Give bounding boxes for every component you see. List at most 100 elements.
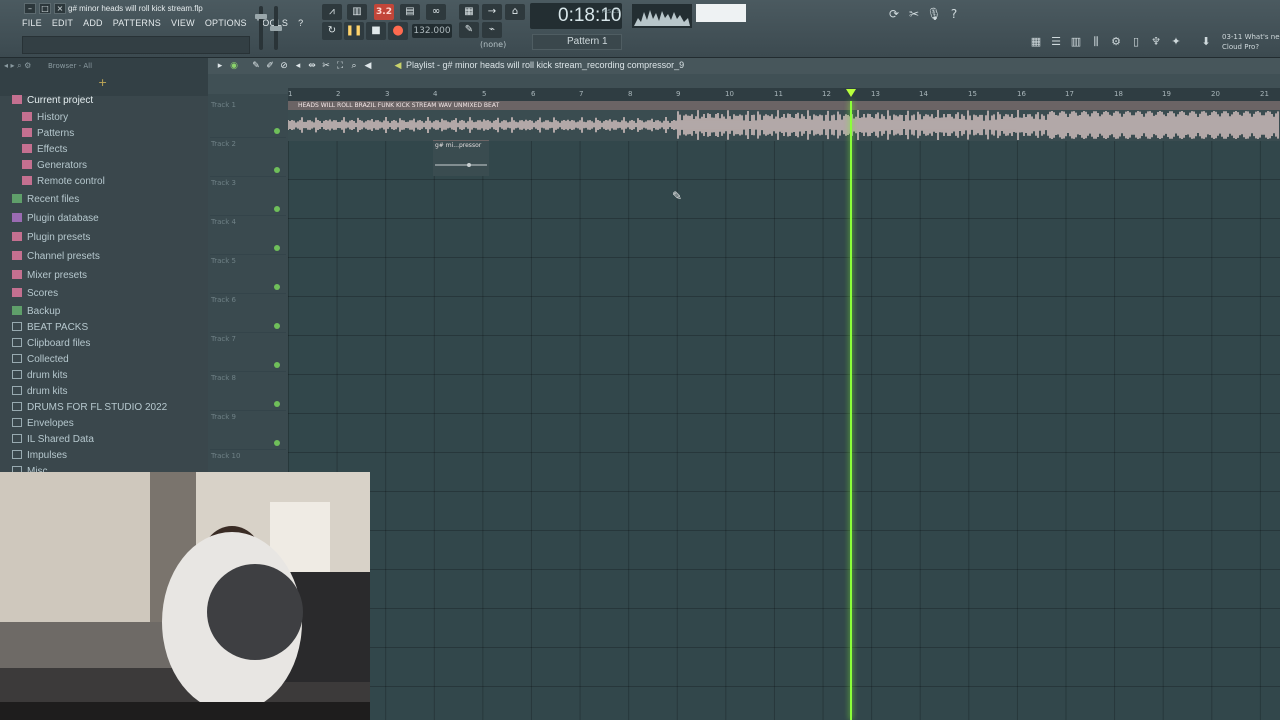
menu-options[interactable]: OPTIONS (205, 18, 247, 28)
help-icon[interactable]: ? (946, 6, 962, 22)
arrow-right-icon[interactable]: → (482, 4, 502, 20)
track-header[interactable]: Track 1 (210, 100, 286, 138)
browser-item-channel-presets[interactable]: Channel presets (12, 251, 100, 262)
blend-notes-icon[interactable]: ∞ (426, 4, 446, 20)
browser-item-history[interactable]: History (22, 112, 68, 123)
browser-item-scores[interactable]: Scores (12, 288, 58, 299)
browser-item-mixer-presets[interactable]: Mixer presets (12, 270, 87, 281)
browser-item-effects[interactable]: Effects (22, 144, 67, 155)
browser-item-patterns[interactable]: Patterns (22, 128, 74, 139)
tempo-display[interactable]: 132.000 (412, 24, 452, 38)
microphone-icon[interactable]: 🎙 (926, 6, 942, 22)
typing-keyboard-icon[interactable]: ▦ (459, 4, 479, 20)
track-mute-icon[interactable] (274, 167, 280, 173)
pen-icon[interactable]: ✎ (459, 22, 479, 38)
browser-item-remote-control[interactable]: Remote control (22, 176, 105, 187)
link-icon[interactable]: ⌁ (482, 22, 502, 38)
browser-item-collected[interactable]: Collected (12, 354, 69, 365)
track-header[interactable]: Track 6 (210, 295, 286, 333)
select-tool-icon[interactable]: ⛶ (334, 60, 346, 72)
timeline-ruler[interactable]: 1 2 3 4 5 6 7 8 9 10 11 12 13 14 15 16 1… (288, 88, 1280, 101)
audio-input-icon[interactable]: ⌂ (505, 4, 525, 20)
browser-item-clipboard-files[interactable]: Clipboard files (12, 338, 90, 349)
track-mute-icon[interactable] (274, 401, 280, 407)
slice-tool-icon[interactable]: ✂ (320, 60, 332, 72)
mode-badge[interactable]: 3.2 (374, 4, 394, 20)
browser-item-envelopes[interactable]: Envelopes (12, 418, 74, 429)
playlist-arrow-icon[interactable]: ◀ (392, 60, 404, 72)
snap-magnet-icon[interactable]: ◉ (228, 60, 240, 72)
track-header[interactable]: Track 4 (210, 217, 286, 255)
loop-mode-icon[interactable]: ↻ (322, 22, 342, 40)
browser-item-drums-for-fl-studio[interactable]: DRUMS FOR FL STUDIO 2022 (12, 402, 167, 413)
browser-item-current-project[interactable]: Current project (12, 95, 93, 106)
browser-item-recent-files[interactable]: Recent files (12, 194, 79, 205)
maximize-icon[interactable]: □ (39, 3, 51, 14)
channel-rack-icon[interactable]: ☰ (1048, 34, 1064, 50)
delete-tool-icon[interactable]: ⊘ (278, 60, 290, 72)
browser-window-icon[interactable]: ▯ (1128, 34, 1144, 50)
track-mute-icon[interactable] (274, 362, 280, 368)
zoom-tool-icon[interactable]: ⌕ (348, 60, 360, 72)
track-mute-icon[interactable] (274, 284, 280, 290)
download-icon[interactable]: ⬇ (1198, 34, 1214, 50)
stop-icon[interactable]: ■ (366, 22, 386, 40)
master-pitch-slider[interactable] (270, 6, 282, 50)
refresh-icon[interactable]: ⟳ (886, 6, 902, 22)
minimize-icon[interactable]: – (24, 3, 36, 14)
track-header[interactable]: Track 3 (210, 178, 286, 216)
browser-item-backup[interactable]: Backup (12, 306, 60, 317)
close-icon[interactable]: × (54, 3, 66, 14)
browser-item-generators[interactable]: Generators (22, 160, 87, 171)
master-volume-slider[interactable] (255, 6, 267, 50)
plugin-icon[interactable]: ♆ (1148, 34, 1164, 50)
browser-item-plugin-presets[interactable]: Plugin presets (12, 232, 90, 243)
draw-tool-icon[interactable]: ✎ (250, 60, 262, 72)
track-mute-icon[interactable] (274, 323, 280, 329)
browser-item-beat-packs[interactable]: BEAT PACKS (12, 322, 88, 333)
loop-record-icon[interactable]: ▥ (347, 4, 367, 20)
browser-item-plugin-database[interactable]: Plugin database (12, 213, 99, 224)
metronome-icon[interactable]: ⩘ (322, 4, 342, 20)
browser-item-il-shared-data[interactable]: IL Shared Data (12, 434, 94, 445)
track-mute-icon[interactable] (274, 245, 280, 251)
playlist-menu-icon[interactable]: ▸ (214, 60, 226, 72)
playlist-grid[interactable]: HEADS WILL ROLL BRAZIL FUNK KICK STREAM … (288, 89, 1280, 720)
menu-help[interactable]: ? (298, 18, 303, 28)
record-icon[interactable]: ● (388, 22, 408, 40)
slip-tool-icon[interactable]: ⇹ (306, 60, 318, 72)
menu-edit[interactable]: EDIT (52, 18, 73, 28)
menu-file[interactable]: FILE (22, 18, 42, 28)
add-icon[interactable]: + (98, 76, 107, 89)
mute-tool-icon[interactable]: ◂ (292, 60, 304, 72)
playback-tool-icon[interactable]: ◀ (362, 60, 374, 72)
menu-add[interactable]: ADD (83, 18, 103, 28)
track-header[interactable]: Track 2 (210, 139, 286, 177)
paint-tool-icon[interactable]: ✐ (264, 60, 276, 72)
track-mute-icon[interactable] (274, 128, 280, 134)
playhead[interactable] (850, 101, 852, 720)
mixer-icon[interactable]: ⫼ (1088, 34, 1104, 50)
news-panel[interactable]: 03-11 What's ne Cloud Pro? (1222, 32, 1280, 52)
plugin-picker-icon[interactable]: ⚙ (1108, 34, 1124, 50)
menu-view[interactable]: VIEW (171, 18, 195, 28)
step-edit-icon[interactable]: ▤ (400, 4, 420, 20)
track-header[interactable]: Track 5 (210, 256, 286, 294)
browser-item-drum-kits[interactable]: drum kits (12, 370, 68, 381)
playlist-window-icon[interactable]: ▦ (1028, 34, 1044, 50)
pattern-clip[interactable]: g# mi...pressor (433, 140, 489, 176)
piano-roll-icon[interactable]: ▥ (1068, 34, 1084, 50)
browser-item-impulses[interactable]: Impulses (12, 450, 67, 461)
track-mute-icon[interactable] (274, 440, 280, 446)
audio-clip[interactable]: HEADS WILL ROLL BRAZIL FUNK KICK STREAM … (288, 101, 1280, 141)
pause-icon[interactable]: ❚❚ (344, 22, 364, 40)
playhead-marker[interactable] (846, 89, 856, 97)
cut-icon[interactable]: ✂ (906, 6, 922, 22)
browser-item-drum-kits-2[interactable]: drum kits (12, 386, 68, 397)
track-header[interactable]: Track 7 (210, 334, 286, 372)
snap-select[interactable]: (none) (480, 40, 506, 49)
track-header[interactable]: Track 8 (210, 373, 286, 411)
track-mute-icon[interactable] (274, 206, 280, 212)
browser-nav-icons[interactable]: ◂ ▸ ⌕ ⚙ (4, 61, 31, 71)
track-header[interactable]: Track 9 (210, 412, 286, 450)
